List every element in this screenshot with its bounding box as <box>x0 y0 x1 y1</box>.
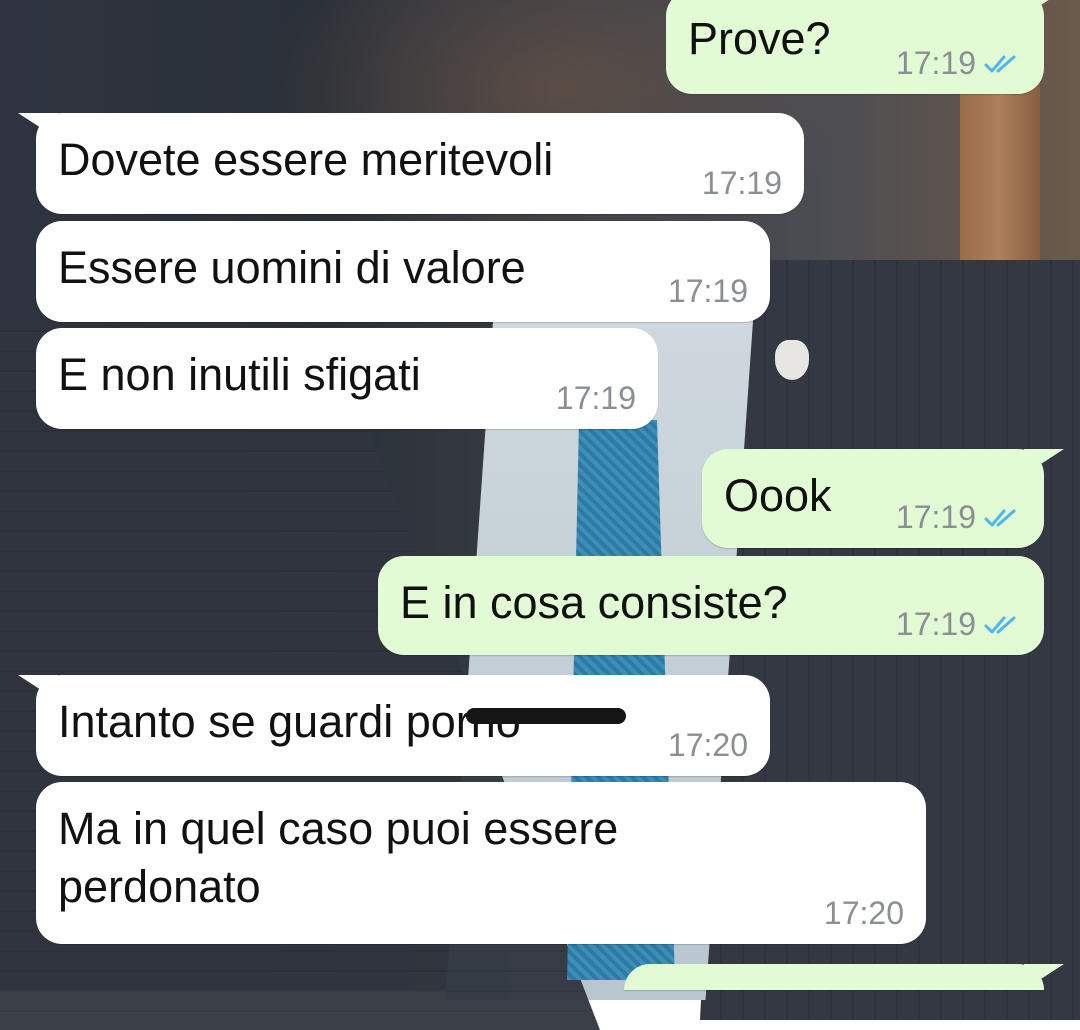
message-bubble-incoming[interactable]: Dovete essere meritevoli 17:19 <box>18 113 804 214</box>
message-meta: 17:19 <box>896 499 1022 536</box>
bubble-tail <box>1024 449 1064 475</box>
message-meta: 17:19 <box>556 380 636 417</box>
message-text: Ma in quel caso puoi essere perdonato <box>58 803 619 912</box>
message-bubble-outgoing[interactable]: Prove? 17:19 <box>666 0 1064 94</box>
message-text: E non inutili sfigati <box>58 349 421 400</box>
message-meta: 17:19 <box>668 273 748 310</box>
message-bubble-outgoing[interactable]: Oook 17:19 <box>702 449 1064 548</box>
message-list[interactable]: Prove? 17:19 Dovete essere meritevoli 17… <box>0 0 1080 990</box>
bubble-tail <box>18 113 58 139</box>
message-time: 17:19 <box>895 45 976 81</box>
message-meta: 17:20 <box>668 727 748 764</box>
message-time: 17:19 <box>895 606 976 642</box>
message-text: Oook <box>724 470 832 521</box>
message-bubble-incoming[interactable]: Intanto se guardi porno 17:20 <box>18 675 770 776</box>
redaction-scribble <box>466 708 626 724</box>
bubble-tail <box>18 675 58 701</box>
message-meta: 17:19 <box>896 606 1022 643</box>
message-text: Dovete essere meritevoli <box>58 134 554 185</box>
message-time: 17:19 <box>667 273 748 309</box>
double-check-icon <box>984 55 1016 72</box>
message-time: 17:19 <box>555 380 636 416</box>
double-check-icon <box>984 616 1016 633</box>
double-check-icon <box>984 509 1016 526</box>
message-bubble-incoming[interactable]: E non inutili sfigati 17:19 <box>36 328 658 429</box>
message-time: 17:20 <box>667 727 748 763</box>
message-meta: 17:19 <box>896 45 1022 82</box>
message-text: Prove? <box>688 13 831 64</box>
message-time: 17:19 <box>895 499 976 535</box>
message-time: 17:19 <box>701 165 782 201</box>
message-text: E in cosa consiste? <box>400 577 788 628</box>
message-bubble-incoming[interactable]: Ma in quel caso puoi essere perdonato 17… <box>36 782 926 944</box>
message-bubble-outgoing[interactable]: E in cosa consiste? 17:19 <box>378 556 1044 655</box>
bubble-tail <box>1024 964 1064 990</box>
message-time: 17:20 <box>823 895 904 931</box>
message-meta: 17:20 <box>824 895 904 932</box>
message-bubble-incoming[interactable]: Essere uomini di valore 17:19 <box>36 221 770 322</box>
message-text: Intanto se guardi porno <box>58 696 521 747</box>
message-text: Essere uomini di valore <box>58 242 526 293</box>
bubble-tail <box>1024 0 1064 16</box>
message-meta: 17:19 <box>702 165 782 202</box>
message-bubble-outgoing-partial[interactable] <box>624 964 1064 990</box>
